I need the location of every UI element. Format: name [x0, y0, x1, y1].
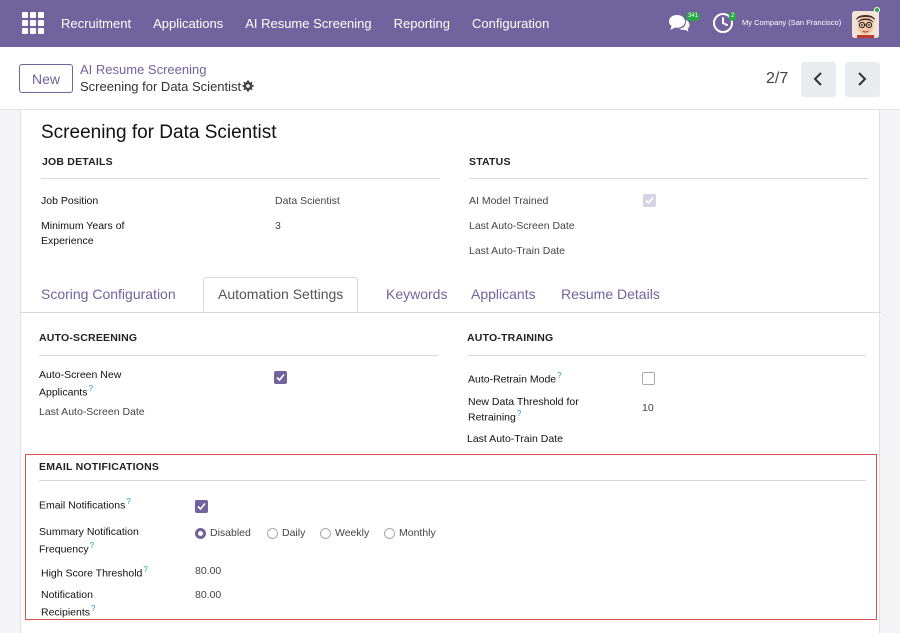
email-notifications-heading: EMAIL NOTIFICATIONS: [39, 461, 160, 473]
avatar[interactable]: [852, 11, 879, 38]
frequency-label-line1: Summary Notification: [39, 526, 139, 538]
menu-recruitment[interactable]: Recruitment: [61, 16, 131, 31]
frequency-radio-disabled[interactable]: [195, 528, 206, 539]
tab-keywords[interactable]: Keywords: [386, 286, 447, 302]
main-menu: Recruitment Applications AI Resume Scree…: [61, 0, 571, 47]
frequency-option-daily[interactable]: Daily: [282, 527, 305, 539]
recipients-label-line2: Recipients?: [41, 604, 96, 619]
tab-scoring-configuration[interactable]: Scoring Configuration: [41, 286, 176, 302]
frequency-radio-weekly[interactable]: [320, 528, 331, 539]
auto-screen-label-line1: Auto-Screen New: [39, 369, 122, 381]
auto-screen-label-line2: Applicants?: [39, 384, 93, 399]
auto-screen-checkbox[interactable]: [274, 371, 287, 384]
high-score-threshold-field[interactable]: 80.00: [195, 565, 221, 577]
chat-count-badge: 341: [686, 12, 701, 21]
auto-training-divider: [467, 355, 866, 356]
previous-record-button[interactable]: [801, 62, 836, 97]
last-auto-screen-label: Last Auto-Screen Date: [469, 220, 575, 232]
frequency-label-line2: Frequency?: [39, 541, 95, 556]
min-years-label-line1: Minimum Years of: [41, 220, 125, 232]
ai-model-trained-checkbox: [643, 194, 656, 207]
job-details-divider: [41, 178, 440, 179]
tab-resume-details[interactable]: Resume Details: [561, 286, 660, 302]
auto-screening-divider: [39, 355, 438, 356]
tab-applicants[interactable]: Applicants: [471, 286, 536, 302]
help-tooltip-icon[interactable]: ?: [90, 541, 94, 550]
data-threshold-label-line1: New Data Threshold for: [468, 396, 579, 408]
frequency-radio-daily[interactable]: [267, 528, 278, 539]
last-auto-train-label: Last Auto-Train Date: [469, 245, 565, 257]
job-details-heading: JOB DETAILS: [42, 156, 113, 168]
next-record-button[interactable]: [845, 62, 880, 97]
status-divider: [469, 178, 868, 179]
min-years-field[interactable]: 3: [275, 220, 281, 232]
recipients-field[interactable]: 80.00: [195, 589, 221, 601]
new-button[interactable]: New: [19, 64, 73, 93]
activity-count-badge: 2: [729, 12, 737, 21]
email-notifications-label: Email Notifications?: [39, 497, 131, 512]
job-position-field[interactable]: Data Scientist: [275, 195, 340, 207]
auto-retrain-mode-checkbox[interactable]: [642, 372, 655, 385]
data-threshold-field[interactable]: 10: [642, 402, 654, 414]
top-navbar: Recruitment Applications AI Resume Scree…: [0, 0, 900, 47]
high-score-threshold-label: High Score Threshold?: [41, 565, 148, 580]
auto-training-heading: AUTO-TRAINING: [467, 332, 554, 344]
status-heading: STATUS: [469, 156, 511, 168]
frequency-option-weekly[interactable]: Weekly: [335, 527, 369, 539]
apps-grid-icon[interactable]: [22, 12, 44, 34]
email-notifications-divider: [39, 480, 866, 481]
tab-automation-settings[interactable]: Automation Settings: [203, 277, 359, 312]
email-notifications-checkbox[interactable]: [195, 500, 208, 513]
data-threshold-label-line2: Retraining?: [468, 409, 522, 424]
help-tooltip-icon[interactable]: ?: [88, 384, 92, 393]
min-years-label-line2: Experience: [41, 235, 94, 247]
menu-applications[interactable]: Applications: [153, 16, 223, 31]
help-tooltip-icon[interactable]: ?: [126, 497, 130, 506]
frequency-option-disabled[interactable]: Disabled: [210, 527, 251, 539]
pager-value[interactable]: 2/7: [766, 70, 788, 88]
ai-model-trained-label: AI Model Trained: [469, 195, 549, 207]
last-auto-train-date-label: Last Auto-Train Date: [467, 433, 563, 445]
email-notifications-highlight: [25, 454, 877, 620]
recipients-label-line1: Notification: [41, 589, 93, 601]
online-status-dot: [874, 7, 880, 13]
menu-ai-resume-screening[interactable]: AI Resume Screening: [245, 16, 371, 31]
menu-reporting[interactable]: Reporting: [394, 16, 450, 31]
help-tooltip-icon[interactable]: ?: [91, 604, 95, 613]
breadcrumb-current: Screening for Data Scientist: [80, 79, 242, 94]
last-auto-screen-date-label: Last Auto-Screen Date: [39, 406, 145, 418]
job-position-label: Job Position: [41, 195, 99, 207]
tabs-divider: [21, 312, 881, 313]
auto-screening-heading: AUTO-SCREENING: [39, 332, 138, 344]
form-sheet: Screening for Data Scientist JOB DETAILS…: [20, 110, 881, 633]
record-title: Screening for Data Scientist: [41, 122, 277, 143]
gear-icon[interactable]: [242, 80, 254, 92]
control-panel: New AI Resume Screening Screening for Da…: [0, 47, 900, 110]
auto-retrain-mode-label: Auto-Retrain Mode?: [468, 371, 562, 386]
help-tooltip-icon[interactable]: ?: [143, 565, 147, 574]
chevron-right-icon: [858, 72, 867, 86]
breadcrumb-parent[interactable]: AI Resume Screening: [80, 62, 206, 77]
help-tooltip-icon[interactable]: ?: [517, 409, 521, 418]
help-tooltip-icon[interactable]: ?: [557, 371, 561, 380]
menu-configuration[interactable]: Configuration: [472, 16, 549, 31]
frequency-option-monthly[interactable]: Monthly: [399, 527, 436, 539]
frequency-radio-monthly[interactable]: [384, 528, 395, 539]
company-switcher[interactable]: My Company (San Francisco): [742, 18, 841, 27]
chevron-left-icon: [813, 72, 822, 86]
